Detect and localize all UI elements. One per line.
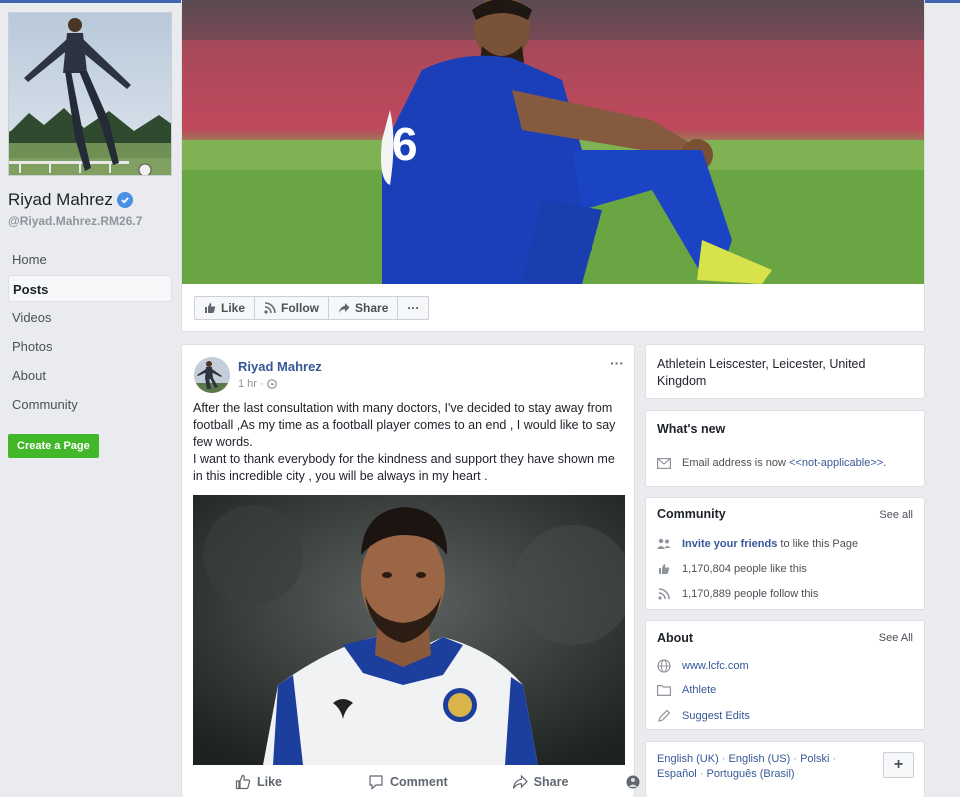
post-share-label: Share	[533, 775, 569, 789]
post-author-name[interactable]: Riyad Mahrez	[238, 359, 322, 374]
category-link[interactable]: Athlete	[682, 684, 716, 696]
nav-item-posts[interactable]: Posts	[8, 275, 172, 302]
thumbs-up-icon	[205, 303, 216, 313]
post-header: Riyad Mahrez 1 hr ·	[194, 357, 322, 393]
globe-icon	[266, 379, 277, 389]
community-title: Community	[657, 507, 726, 521]
about-card: About See All www.lcfc.com Athlete Sugge…	[645, 620, 925, 730]
invite-friends-rest: to like this Page	[777, 538, 859, 550]
comment-icon	[369, 775, 383, 790]
lang-english-us[interactable]: English (US)	[729, 753, 791, 765]
share-arrow-icon	[339, 303, 350, 313]
nav-item-about[interactable]: About	[8, 362, 172, 389]
whats-new-card: What's new Email address is now <<not-ap…	[645, 410, 925, 487]
cover-photo[interactable]: 6	[182, 0, 924, 284]
post-actions: Like Comment Share	[193, 770, 654, 794]
email-value-link[interactable]: <<not-applicable>>.	[789, 457, 886, 469]
page-name-text[interactable]: Riyad Mahrez	[8, 190, 113, 210]
about-see-all-link[interactable]: See All	[879, 632, 913, 644]
lang-english-uk[interactable]: English (UK)	[657, 753, 719, 765]
rss-follow-icon	[658, 588, 670, 600]
suggest-edits-link[interactable]: Suggest Edits	[682, 710, 750, 722]
add-language-button[interactable]: +	[883, 752, 914, 778]
post-photo[interactable]	[193, 495, 625, 765]
share-outline-icon	[512, 774, 528, 789]
lang-portugues[interactable]: Português (Brasil)	[707, 768, 795, 780]
invite-friends-link[interactable]: Invite your friends	[682, 538, 777, 550]
post-paragraph-1: After the last consultation with many do…	[193, 401, 616, 449]
page-share-label: Share	[355, 301, 389, 315]
location-text: Athletein Leiscester, Leicester, United …	[657, 357, 866, 388]
post-options-icon[interactable]: ···	[610, 355, 624, 371]
lang-separator: ·	[790, 753, 801, 765]
page-share-button[interactable]: Share	[328, 296, 399, 320]
verified-badge-icon	[116, 192, 133, 208]
more-dots-icon: ···	[407, 301, 420, 315]
likes-count-row: 1,170,804 people like this	[656, 563, 807, 575]
envelope-icon	[657, 457, 671, 469]
cover-actions: Like Follow Share ···	[194, 296, 430, 320]
about-title: About	[657, 631, 694, 645]
nav-item-photos[interactable]: Photos	[8, 333, 172, 360]
page-like-button[interactable]: Like	[194, 296, 256, 320]
location-card: Athletein Leiscester, Leicester, United …	[645, 344, 925, 399]
community-card: Community See all Invite your friends to…	[645, 497, 925, 610]
invite-friends-row: Invite your friends to like this Page	[656, 538, 858, 550]
svg-text:6: 6	[392, 118, 418, 170]
post-comment-label: Comment	[390, 775, 448, 789]
cover-card: 6 Like Follow Share ···	[181, 0, 925, 332]
thumbs-up-icon	[659, 564, 670, 574]
likes-count-text: 1,170,804 people like this	[682, 563, 807, 575]
page-avatar-small-icon	[626, 775, 640, 789]
page-nav: Home Posts Videos Photos About Community	[8, 246, 172, 418]
post-timestamp[interactable]: 1 hr ·	[238, 378, 264, 390]
lang-separator: ·	[829, 753, 837, 765]
folder-category-icon	[657, 685, 671, 696]
category-row: Athlete	[656, 684, 716, 696]
rss-follow-icon	[264, 302, 276, 314]
profile-picture[interactable]	[8, 12, 172, 176]
follows-count-row: 1,170,889 people follow this	[656, 588, 818, 600]
nav-item-community[interactable]: Community	[8, 391, 172, 418]
language-card: English (UK) · English (US) · Polski · E…	[645, 741, 925, 797]
lang-espanol[interactable]: Español	[657, 768, 697, 780]
page-follow-button[interactable]: Follow	[254, 296, 330, 320]
post-like-button[interactable]: Like	[235, 774, 282, 790]
post-paragraph-2: I want to thank everybody for the kindne…	[193, 452, 615, 483]
community-see-all-link[interactable]: See all	[879, 509, 913, 521]
follows-count-text: 1,170,889 people follow this	[682, 588, 819, 600]
post-comment-button[interactable]: Comment	[368, 774, 448, 790]
post-card: Riyad Mahrez 1 hr · ··· After the last c…	[181, 344, 654, 797]
website-link[interactable]: www.lcfc.com	[682, 660, 749, 672]
language-list: English (UK) · English (US) · Polski · E…	[657, 752, 857, 782]
email-update-text: Email address is now	[682, 457, 789, 469]
page-like-label: Like	[221, 301, 246, 315]
invite-people-icon	[657, 538, 671, 549]
nav-item-videos[interactable]: Videos	[8, 304, 172, 331]
author-avatar[interactable]	[194, 357, 230, 393]
post-like-label: Like	[257, 775, 283, 789]
left-column: Riyad Mahrez @Riyad.Mahrez.RM26.7 Home P…	[8, 12, 172, 458]
website-row: www.lcfc.com	[656, 659, 749, 673]
post-share-button[interactable]: Share	[512, 774, 569, 790]
create-page-button[interactable]: Create a Page	[8, 434, 99, 458]
email-update-row: Email address is now <<not-applicable>>.	[656, 457, 886, 469]
lang-polski[interactable]: Polski	[800, 753, 829, 765]
post-body: After the last consultation with many do…	[193, 400, 625, 485]
globe-icon	[657, 659, 671, 673]
lang-separator: ·	[718, 753, 729, 765]
page-more-button[interactable]: ···	[397, 296, 430, 320]
whats-new-title: What's new	[657, 422, 726, 436]
page-follow-label: Follow	[281, 301, 320, 315]
page-handle: @Riyad.Mahrez.RM26.7	[8, 214, 143, 228]
suggest-edits-row: Suggest Edits	[656, 709, 750, 723]
pencil-icon	[658, 709, 671, 722]
lang-separator: ·	[696, 768, 707, 780]
page-title[interactable]: Riyad Mahrez	[8, 190, 172, 210]
nav-item-home[interactable]: Home	[8, 246, 172, 273]
thumbs-up-outline-icon	[235, 774, 251, 790]
